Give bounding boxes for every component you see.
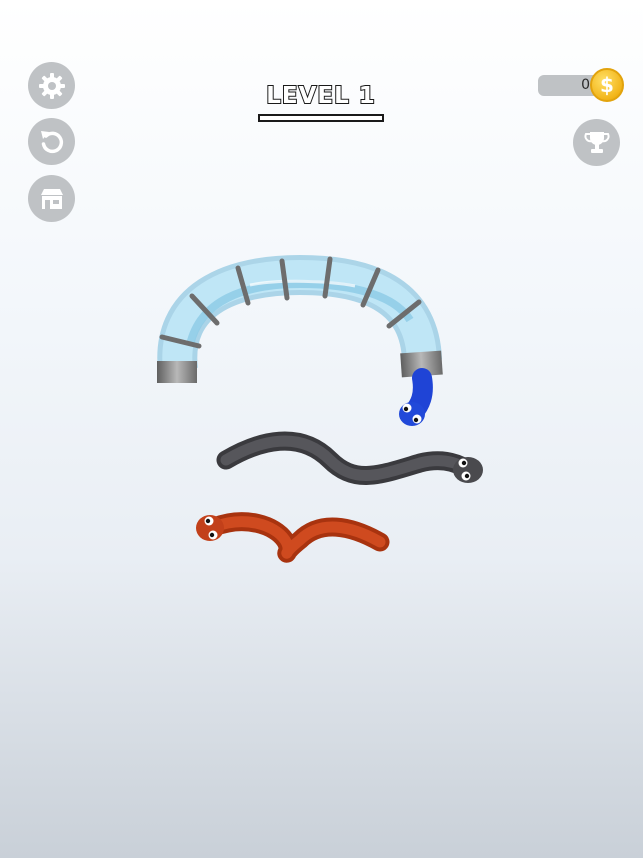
blue-snake[interactable] — [399, 368, 433, 426]
tube-end-cap-left — [157, 361, 197, 383]
glass-tube[interactable] — [157, 254, 443, 383]
gray-snake[interactable] — [216, 431, 483, 485]
game-board — [157, 254, 483, 563]
orange-snake[interactable] — [196, 512, 390, 563]
